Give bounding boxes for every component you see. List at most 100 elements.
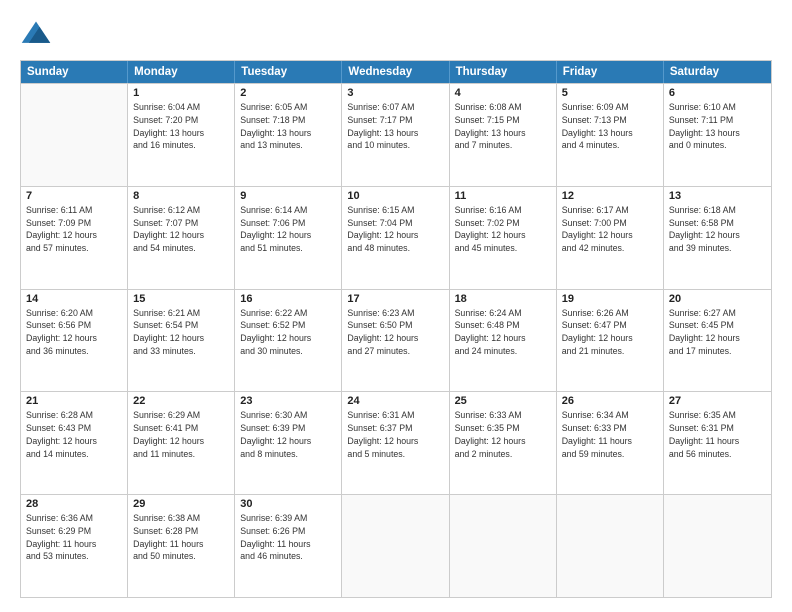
day-cell-30: 30 Sunrise: 6:39 AMSunset: 6:26 PMDayligh…	[235, 495, 342, 597]
daylight-line1: Daylight: 13 hours	[240, 127, 336, 140]
day-number: 15	[133, 293, 229, 305]
header-day-saturday: Saturday	[664, 61, 771, 83]
day-cell-16: 16Sunrise: 6:22 AMSunset: 6:52 PMDayligh…	[235, 290, 342, 392]
sunrise-text: Sunrise: 6:11 AM	[26, 204, 122, 217]
sunset-text: Sunset: 6:29 PM	[26, 525, 122, 538]
sunrise-text: Sunrise: 6:21 AM	[133, 307, 229, 320]
day-info: Sunrise: 6:16 AMSunset: 7:02 PMDaylight:…	[455, 204, 551, 255]
day-cell-24: 24Sunrise: 6:31 AMSunset: 6:37 PMDayligh…	[342, 392, 449, 494]
sunset-text: Sunset: 6:45 PM	[669, 319, 766, 332]
day-cell-19: 19Sunrise: 6:26 AMSunset: 6:47 PMDayligh…	[557, 290, 664, 392]
day-cell-4: 4Sunrise: 6:08 AMSunset: 7:15 PMDaylight…	[450, 84, 557, 186]
daylight-line2: and 13 minutes.	[240, 139, 336, 152]
daylight-line1: Daylight: 13 hours	[133, 127, 229, 140]
calendar-week-3: 14Sunrise: 6:20 AMSunset: 6:56 PMDayligh…	[21, 289, 771, 392]
sunset-text: Sunset: 6:47 PM	[562, 319, 658, 332]
sunrise-text: Sunrise: 6:27 AM	[669, 307, 766, 320]
day-cell-10: 10Sunrise: 6:15 AMSunset: 7:04 PMDayligh…	[342, 187, 449, 289]
day-info: Sunrise: 6:36 AMSunset: 6:29 PMDaylight:…	[26, 512, 122, 563]
sunrise-text: Sunrise: 6:04 AM	[133, 101, 229, 114]
daylight-line1: Daylight: 12 hours	[669, 229, 766, 242]
day-info: Sunrise: 6:22 AMSunset: 6:52 PMDaylight:…	[240, 307, 336, 358]
sunset-text: Sunset: 7:07 PM	[133, 217, 229, 230]
day-info: Sunrise: 6:04 AMSunset: 7:20 PMDaylight:…	[133, 101, 229, 152]
day-cell-1: 1 Sunrise: 6:04 AMSunset: 7:20 PMDaylight…	[128, 84, 235, 186]
header-day-friday: Friday	[557, 61, 664, 83]
sunset-text: Sunset: 6:35 PM	[455, 422, 551, 435]
empty-cell	[342, 495, 449, 597]
day-info: Sunrise: 6:35 AMSunset: 6:31 PMDaylight:…	[669, 409, 766, 460]
day-cell-8: 8Sunrise: 6:12 AMSunset: 7:07 PMDaylight…	[128, 187, 235, 289]
sunrise-text: Sunrise: 6:10 AM	[669, 101, 766, 114]
day-cell-15: 15Sunrise: 6:21 AMSunset: 6:54 PMDayligh…	[128, 290, 235, 392]
day-cell-26: 26Sunrise: 6:34 AMSunset: 6:33 PMDayligh…	[557, 392, 664, 494]
sunrise-text: Sunrise: 6:08 AM	[455, 101, 551, 114]
sunset-text: Sunset: 7:00 PM	[562, 217, 658, 230]
calendar-week-4: 21Sunrise: 6:28 AMSunset: 6:43 PMDayligh…	[21, 391, 771, 494]
day-number: 20	[669, 293, 766, 305]
day-cell-21: 21Sunrise: 6:28 AMSunset: 6:43 PMDayligh…	[21, 392, 128, 494]
daylight-line2: and 16 minutes.	[133, 139, 229, 152]
daylight-line2: and 5 minutes.	[347, 448, 443, 461]
day-number: 5	[562, 87, 658, 99]
day-number: 13	[669, 190, 766, 202]
sunset-text: Sunset: 6:43 PM	[26, 422, 122, 435]
day-number: 30	[240, 498, 336, 510]
daylight-line2: and 4 minutes.	[562, 139, 658, 152]
sunset-text: Sunset: 6:41 PM	[133, 422, 229, 435]
sunrise-text: Sunrise: 6:29 AM	[133, 409, 229, 422]
sunset-text: Sunset: 6:33 PM	[562, 422, 658, 435]
daylight-line1: Daylight: 13 hours	[347, 127, 443, 140]
daylight-line1: Daylight: 11 hours	[669, 435, 766, 448]
page: SundayMondayTuesdayWednesdayThursdayFrid…	[0, 0, 792, 612]
day-info: Sunrise: 6:30 AMSunset: 6:39 PMDaylight:…	[240, 409, 336, 460]
day-cell-17: 17Sunrise: 6:23 AMSunset: 6:50 PMDayligh…	[342, 290, 449, 392]
day-number: 4	[455, 87, 551, 99]
daylight-line2: and 46 minutes.	[240, 550, 336, 563]
day-number: 1	[133, 87, 229, 99]
header-row	[20, 18, 772, 50]
daylight-line1: Daylight: 12 hours	[347, 332, 443, 345]
sunrise-text: Sunrise: 6:17 AM	[562, 204, 658, 217]
day-info: Sunrise: 6:05 AMSunset: 7:18 PMDaylight:…	[240, 101, 336, 152]
sunset-text: Sunset: 6:50 PM	[347, 319, 443, 332]
day-number: 18	[455, 293, 551, 305]
calendar-body: 1 Sunrise: 6:04 AMSunset: 7:20 PMDaylight…	[21, 83, 771, 597]
day-info: Sunrise: 6:12 AMSunset: 7:07 PMDaylight:…	[133, 204, 229, 255]
sunrise-text: Sunrise: 6:07 AM	[347, 101, 443, 114]
day-info: Sunrise: 6:10 AMSunset: 7:11 PMDaylight:…	[669, 101, 766, 152]
daylight-line1: Daylight: 12 hours	[455, 332, 551, 345]
empty-cell	[21, 84, 128, 186]
daylight-line1: Daylight: 11 hours	[133, 538, 229, 551]
day-number: 19	[562, 293, 658, 305]
daylight-line2: and 56 minutes.	[669, 448, 766, 461]
daylight-line1: Daylight: 11 hours	[240, 538, 336, 551]
day-info: Sunrise: 6:27 AMSunset: 6:45 PMDaylight:…	[669, 307, 766, 358]
sunrise-text: Sunrise: 6:09 AM	[562, 101, 658, 114]
daylight-line2: and 39 minutes.	[669, 242, 766, 255]
sunrise-text: Sunrise: 6:05 AM	[240, 101, 336, 114]
daylight-line2: and 45 minutes.	[455, 242, 551, 255]
sunrise-text: Sunrise: 6:24 AM	[455, 307, 551, 320]
sunrise-text: Sunrise: 6:39 AM	[240, 512, 336, 525]
sunset-text: Sunset: 7:17 PM	[347, 114, 443, 127]
daylight-line2: and 51 minutes.	[240, 242, 336, 255]
sunset-text: Sunset: 7:09 PM	[26, 217, 122, 230]
day-number: 26	[562, 395, 658, 407]
logo	[20, 18, 56, 50]
calendar-header: SundayMondayTuesdayWednesdayThursdayFrid…	[21, 61, 771, 83]
day-cell-2: 2Sunrise: 6:05 AMSunset: 7:18 PMDaylight…	[235, 84, 342, 186]
sunset-text: Sunset: 6:26 PM	[240, 525, 336, 538]
day-cell-29: 29Sunrise: 6:38 AMSunset: 6:28 PMDayligh…	[128, 495, 235, 597]
daylight-line1: Daylight: 12 hours	[240, 435, 336, 448]
sunset-text: Sunset: 6:56 PM	[26, 319, 122, 332]
daylight-line1: Daylight: 12 hours	[240, 229, 336, 242]
daylight-line1: Daylight: 12 hours	[347, 229, 443, 242]
day-cell-9: 9Sunrise: 6:14 AMSunset: 7:06 PMDaylight…	[235, 187, 342, 289]
daylight-line1: Daylight: 12 hours	[26, 332, 122, 345]
day-cell-23: 23Sunrise: 6:30 AMSunset: 6:39 PMDayligh…	[235, 392, 342, 494]
daylight-line1: Daylight: 12 hours	[562, 229, 658, 242]
sunrise-text: Sunrise: 6:34 AM	[562, 409, 658, 422]
daylight-line2: and 48 minutes.	[347, 242, 443, 255]
daylight-line2: and 21 minutes.	[562, 345, 658, 358]
